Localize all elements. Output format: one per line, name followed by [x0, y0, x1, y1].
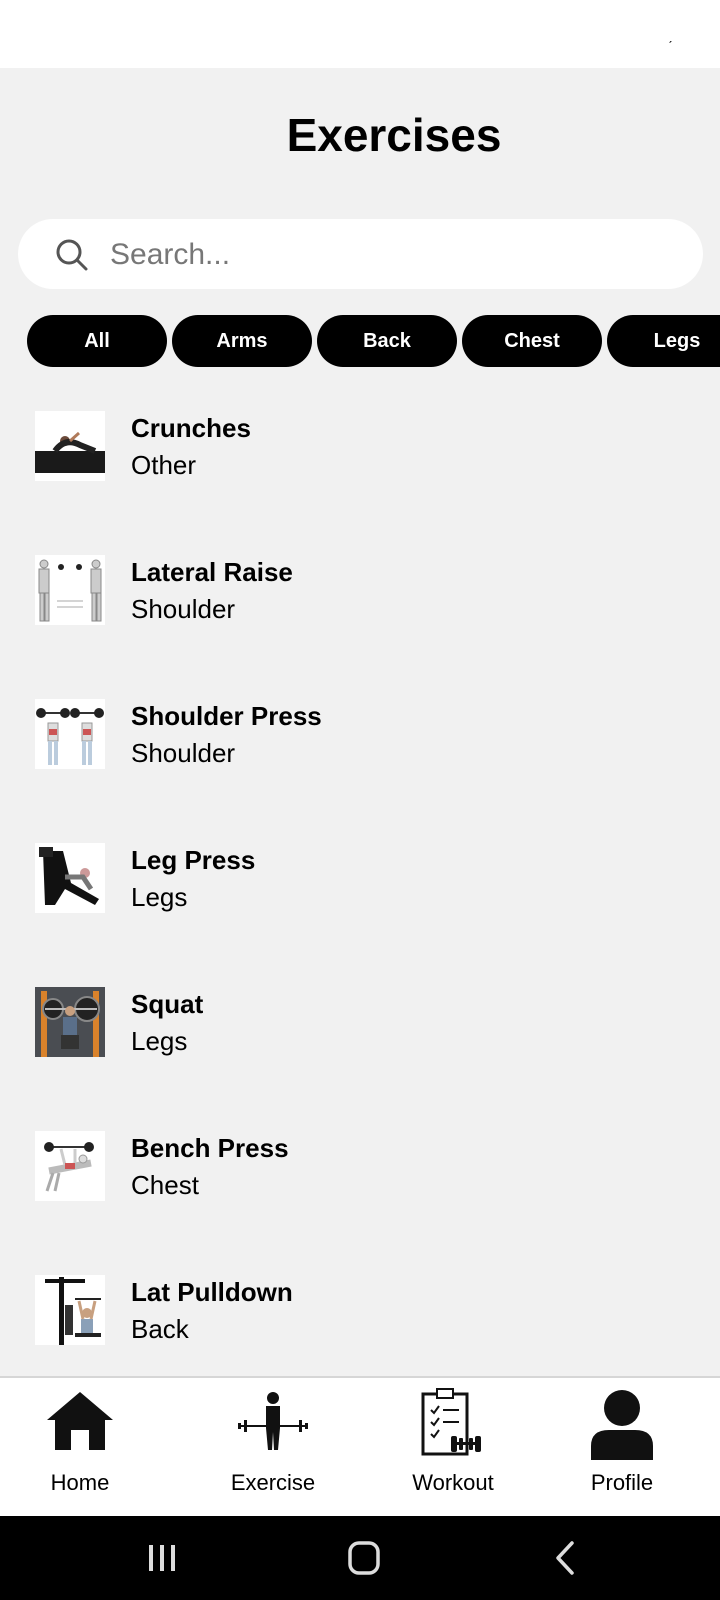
exercise-thumbnail: [35, 987, 105, 1057]
exercise-thumbnail: [35, 555, 105, 625]
nav-workout[interactable]: Workout: [378, 1378, 528, 1518]
exercise-item-squat[interactable]: Squat Legs: [0, 956, 720, 1100]
exercise-name: Squat: [131, 989, 204, 1019]
filter-chip-chest[interactable]: Chest: [462, 315, 602, 367]
nav-home[interactable]: Home: [5, 1378, 155, 1518]
exercise-name: Lateral Raise: [131, 557, 293, 587]
exercise-thumbnail: [35, 843, 105, 913]
exercise-category: Back: [131, 1314, 189, 1344]
nav-exercise-label: Exercise: [230, 1470, 316, 1495]
person-icon: [547, 1388, 697, 1468]
exercise-item-shoulder-press[interactable]: Shoulder Press Shoulder: [0, 668, 720, 812]
exercise-item-lat-pulldown[interactable]: Lat Pulldown Back: [0, 1244, 720, 1376]
nav-exercise[interactable]: Exercise: [198, 1378, 348, 1518]
exercise-item-bench-press[interactable]: Bench Press Chest: [0, 1100, 720, 1244]
search-bar[interactable]: [18, 219, 703, 289]
exercise-category: Other: [131, 450, 197, 480]
exercise-category: Legs: [131, 882, 188, 912]
recent-apps-icon[interactable]: [132, 1536, 192, 1580]
home-icon: [5, 1388, 155, 1468]
nav-home-label: Home: [50, 1470, 110, 1495]
status-indicator: ˊ: [668, 38, 673, 54]
barbell-lifter-icon: [198, 1388, 348, 1468]
exercise-category: Legs: [131, 1026, 188, 1056]
filter-chip-all[interactable]: All: [27, 315, 167, 367]
exercise-item-leg-press[interactable]: Leg Press Legs: [0, 812, 720, 956]
nav-profile[interactable]: Profile: [547, 1378, 697, 1518]
exercise-thumbnail: [35, 1131, 105, 1201]
exercise-thumbnail: [35, 411, 105, 481]
search-icon: [56, 239, 88, 271]
back-chevron-icon[interactable]: [536, 1536, 596, 1580]
exercise-item-crunches[interactable]: Crunches Other: [0, 380, 720, 524]
exercise-thumbnail: [35, 1275, 105, 1345]
exercise-name: Crunches: [131, 413, 251, 443]
exercise-name: Leg Press: [131, 845, 256, 875]
filter-chip-arms[interactable]: Arms: [172, 315, 312, 367]
exercise-list[interactable]: Crunches Other Lateral Raise Shoulder Sh…: [0, 380, 720, 1376]
nav-profile-label: Profile: [590, 1470, 654, 1495]
filter-chip-back[interactable]: Back: [317, 315, 457, 367]
exercise-thumbnail: [35, 699, 105, 769]
home-circle-icon[interactable]: [334, 1536, 394, 1580]
exercise-category: Shoulder: [131, 738, 236, 768]
clipboard-dumbbell-icon: [378, 1388, 528, 1468]
exercise-name: Lat Pulldown: [131, 1277, 293, 1307]
exercise-category: Chest: [131, 1170, 199, 1200]
category-filter-bar: All Arms Back Chest Legs: [27, 315, 720, 367]
exercise-name: Shoulder Press: [131, 701, 322, 731]
status-bar: ˊ: [0, 0, 720, 68]
exercise-category: Shoulder: [131, 594, 236, 624]
exercise-item-lateral-raise[interactable]: Lateral Raise Shoulder: [0, 524, 720, 668]
page-title: Exercises: [286, 109, 502, 161]
system-navigation-bar: [0, 1516, 720, 1600]
nav-workout-label: Workout: [412, 1470, 494, 1495]
filter-chip-legs[interactable]: Legs: [607, 315, 720, 367]
bottom-navigation: Home Exercise Workout Profile: [0, 1376, 720, 1516]
exercise-name: Bench Press: [131, 1133, 289, 1163]
search-input[interactable]: [108, 231, 672, 279]
